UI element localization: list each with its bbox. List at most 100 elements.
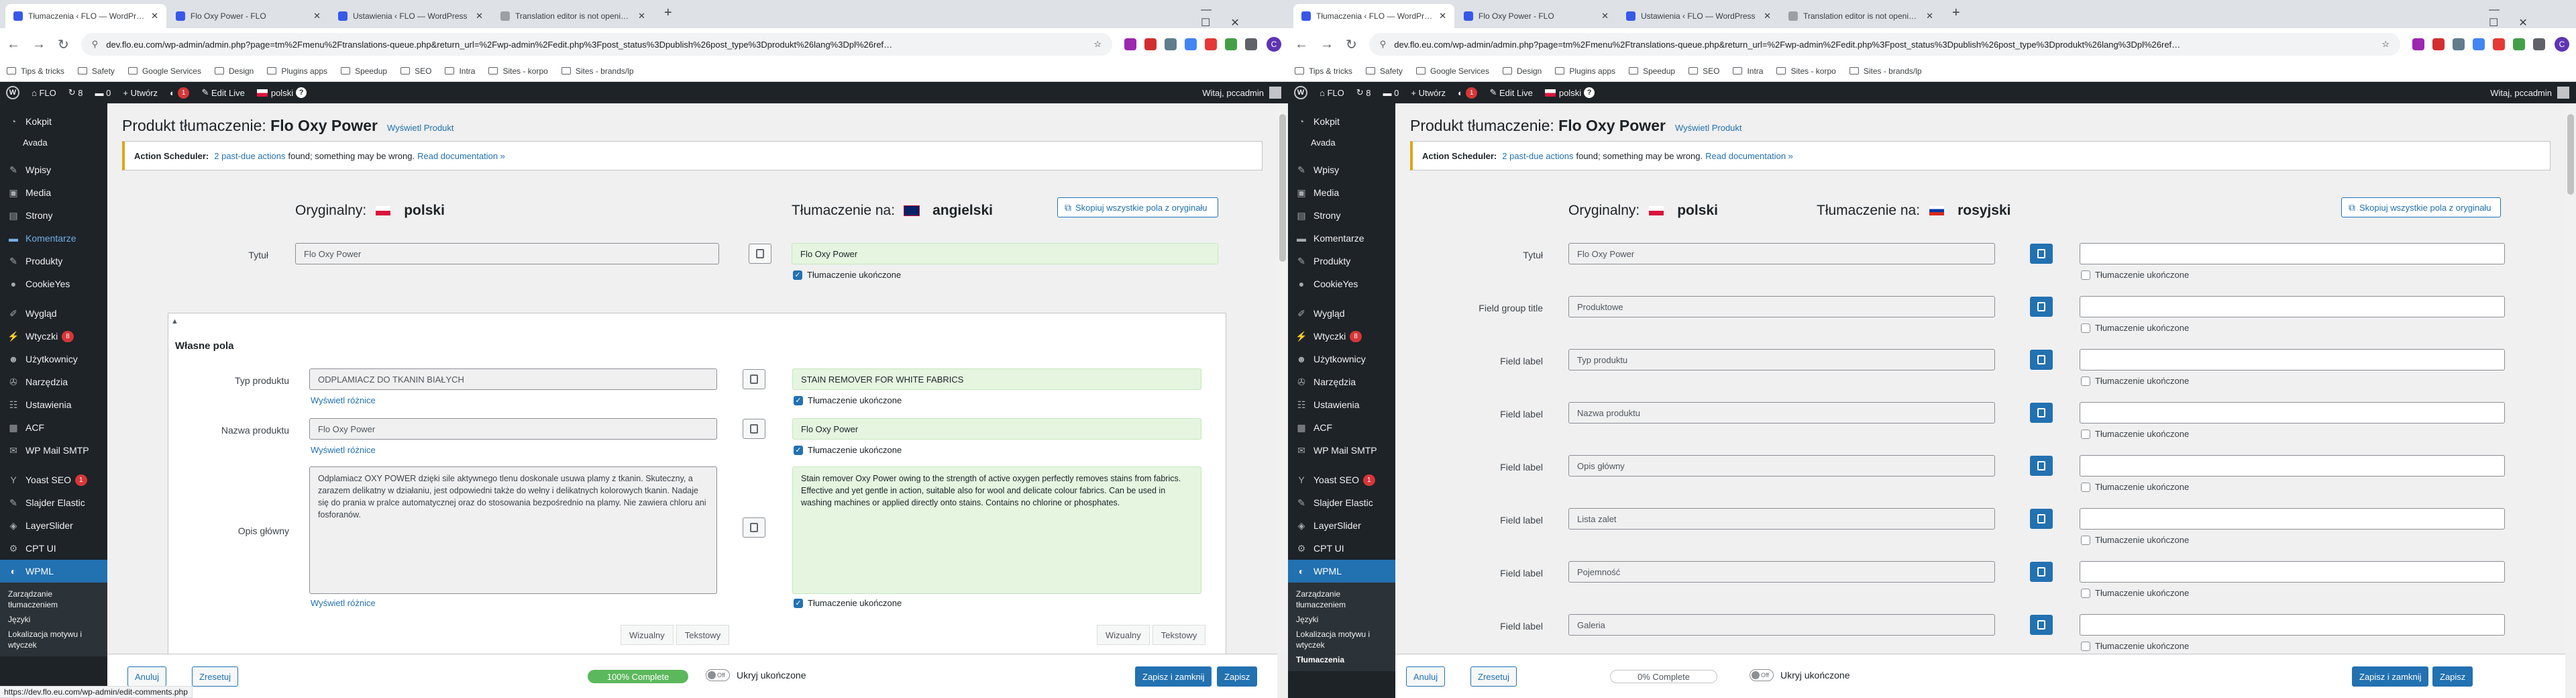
new-tab-button[interactable]: +: [664, 5, 672, 21]
translation-complete-checkbox[interactable]: Tłumaczenie ukończone: [2081, 535, 2189, 545]
translated-title-field[interactable]: Flo Oxy Power: [792, 243, 1218, 264]
toggle-switch[interactable]: Off: [1750, 669, 1774, 681]
menu-item-wtyczki[interactable]: ⚡ Wtyczki 8: [0, 325, 107, 348]
menu-item-layerslider[interactable]: ◈ LayerSlider: [0, 514, 107, 537]
tab-settings[interactable]: Ustawienia ‹ FLO — WordPress ✕: [1618, 4, 1779, 28]
extension-icon[interactable]: [1144, 38, 1157, 50]
menu-item-media[interactable]: ▣ Media: [1288, 181, 1395, 204]
menu-item-wpisy[interactable]: ✎ Wpisy: [1288, 158, 1395, 181]
menu-item-cpt-ui[interactable]: ⚙ CPT UI: [0, 537, 107, 560]
bookmark-folder[interactable]: SEO: [400, 66, 431, 76]
translation-complete-checkbox[interactable]: ✓ Tłumaczenie ukończone: [793, 270, 901, 280]
menu-item-avada[interactable]: Avada: [1288, 133, 1395, 152]
reset-button[interactable]: Zresetuj: [192, 666, 238, 687]
menu-item-wpml[interactable]: ◐ WPML: [0, 560, 107, 583]
menu-item-cookieyes[interactable]: ● CookieYes: [1288, 272, 1395, 295]
copy-field-button[interactable]: [743, 517, 765, 538]
tab-text[interactable]: Tekstowy: [676, 625, 730, 645]
translation-complete-checkbox[interactable]: ✓ Tłumaczenie ukończone: [794, 395, 902, 405]
tab-editor-help[interactable]: Translation editor is not openi… ✕: [492, 4, 653, 28]
copy-field-button[interactable]: [2030, 456, 2053, 476]
window-controls[interactable]: —☐✕: [2489, 4, 2576, 30]
translated-product-type-field[interactable]: STAIN REMOVER FOR WHITE FABRICS: [792, 368, 1201, 390]
past-due-link[interactable]: 2 past-due actions: [214, 151, 285, 161]
tab-text[interactable]: Tekstowy: [1152, 625, 1206, 645]
menu-item-acf[interactable]: ▦ ACF: [0, 416, 107, 439]
bookmark-folder[interactable]: Safety: [77, 66, 115, 76]
translation-complete-checkbox[interactable]: ✓ Tłumaczenie ukończone: [794, 445, 902, 455]
address-bar[interactable]: ⚲ dev.flo.eu.com/wp-admin/admin.php?page=…: [1368, 33, 2400, 56]
menu-item-wyglad[interactable]: ✐ Wygląd: [1288, 302, 1395, 325]
site-info-icon[interactable]: ⚲: [92, 39, 99, 50]
menu-item-layerslider[interactable]: ◈ LayerSlider: [1288, 514, 1395, 537]
submenu-translation-management[interactable]: Zarządzanie tłumaczeniem: [1288, 587, 1395, 612]
view-product-link[interactable]: Wyświetl Produkt: [1675, 123, 1742, 133]
submenu-translations[interactable]: Tłumaczenia: [1288, 652, 1395, 667]
puzzle-icon[interactable]: [1245, 38, 1257, 50]
cancel-button[interactable]: Anuluj: [127, 666, 167, 687]
close-icon[interactable]: ✕: [313, 11, 321, 21]
past-due-link[interactable]: 2 past-due actions: [1502, 151, 1573, 161]
tab-product[interactable]: Flo Oxy Power - FLO ✕: [1456, 4, 1617, 28]
address-bar[interactable]: ⚲ dev.flo.eu.com/wp-admin/admin.php?page=…: [80, 33, 1112, 56]
bookmark-folder[interactable]: Google Services: [127, 66, 201, 76]
bookmark-folder[interactable]: Sites - korpo: [488, 66, 548, 76]
translation-field[interactable]: [2080, 614, 2505, 636]
bookmark-folder[interactable]: Intra: [445, 66, 475, 76]
extension-icon[interactable]: [1205, 38, 1217, 50]
menu-item-acf[interactable]: ▦ ACF: [1288, 416, 1395, 439]
wp-logo-menu[interactable]: W: [0, 82, 25, 103]
translation-field[interactable]: [2080, 508, 2505, 530]
copy-field-button[interactable]: [2030, 350, 2053, 370]
copy-field-button[interactable]: [749, 244, 771, 264]
puzzle-icon[interactable]: [2533, 38, 2545, 50]
new-content-menu[interactable]: + Utwórz: [117, 82, 164, 103]
bookmark-folder[interactable]: Tips & tricks: [1295, 66, 1352, 76]
forward-icon[interactable]: →: [1320, 37, 1334, 52]
close-icon[interactable]: ✕: [638, 11, 645, 21]
view-product-link[interactable]: Wyświetl Produkt: [387, 123, 454, 133]
tab-translations[interactable]: Tłumaczenia ‹ FLO — WordPre… ✕: [5, 4, 166, 28]
menu-item-produkty[interactable]: ✎ Produkty: [0, 250, 107, 272]
tab-visual[interactable]: Wizualny: [1097, 625, 1150, 645]
translation-field[interactable]: [2080, 349, 2505, 370]
show-diff-link[interactable]: Wyświetl różnice: [311, 395, 376, 405]
menu-item-slajder-elastic[interactable]: ✎ Slajder Elastic: [1288, 491, 1395, 514]
updates-menu[interactable]: ↻ 8: [62, 82, 89, 103]
new-tab-button[interactable]: +: [1952, 5, 1960, 21]
site-info-icon[interactable]: ⚲: [1380, 39, 1387, 50]
menu-item-ustawienia[interactable]: ☷ Ustawienia: [0, 393, 107, 416]
account-menu[interactable]: Witaj, pccadmin: [1202, 87, 1288, 99]
bookmark-folder[interactable]: Google Services: [1415, 66, 1489, 76]
read-documentation-link[interactable]: Read documentation »: [1705, 151, 1793, 161]
menu-item-wtyczki[interactable]: ⚡ Wtyczki 8: [1288, 325, 1395, 348]
bookmark-folder[interactable]: Sites - brands/lp: [1849, 66, 1922, 76]
submenu-languages[interactable]: Języki: [1288, 612, 1395, 627]
translation-complete-checkbox[interactable]: Tłumaczenie ukończone: [2081, 376, 2189, 386]
save-and-close-button[interactable]: Zapisz i zamknij: [1135, 666, 1212, 687]
toggle-switch[interactable]: Off: [706, 669, 730, 681]
bookmark-folder[interactable]: Plugins apps: [267, 66, 327, 76]
copy-field-button[interactable]: [2030, 244, 2053, 264]
site-name-menu[interactable]: ⌂ FLO: [25, 82, 62, 103]
close-icon[interactable]: ✕: [1439, 11, 1446, 21]
translated-description-field[interactable]: Stain remover Oxy Power owing to the str…: [792, 466, 1201, 594]
submenu-theme-localization[interactable]: Lokalizacja motywu i wtyczek: [1288, 627, 1395, 652]
copy-field-button[interactable]: [743, 419, 765, 439]
copy-field-button[interactable]: [2030, 403, 2053, 423]
read-documentation-link[interactable]: Read documentation »: [417, 151, 505, 161]
updates-menu[interactable]: ↻ 8: [1350, 82, 1377, 103]
translated-product-name-field[interactable]: Flo Oxy Power: [792, 418, 1201, 440]
account-menu[interactable]: Witaj, pccadmin: [2490, 87, 2576, 99]
extension-icon[interactable]: [2493, 38, 2505, 50]
translation-complete-checkbox[interactable]: Tłumaczenie ukończone: [2081, 641, 2189, 651]
bookmark-folder[interactable]: Plugins apps: [1555, 66, 1615, 76]
tab-product[interactable]: Flo Oxy Power - FLO ✕: [168, 4, 329, 28]
menu-item-wyglad[interactable]: ✐ Wygląd: [0, 302, 107, 325]
menu-item-yoast[interactable]: Y Yoast SEO 1: [1288, 468, 1395, 491]
forward-icon[interactable]: →: [32, 37, 46, 52]
bookmark-folder[interactable]: Design: [1502, 66, 1542, 76]
close-icon[interactable]: ✕: [1926, 11, 1933, 21]
site-name-menu[interactable]: ⌂ FLO: [1313, 82, 1350, 103]
extension-icon[interactable]: [2432, 38, 2445, 50]
